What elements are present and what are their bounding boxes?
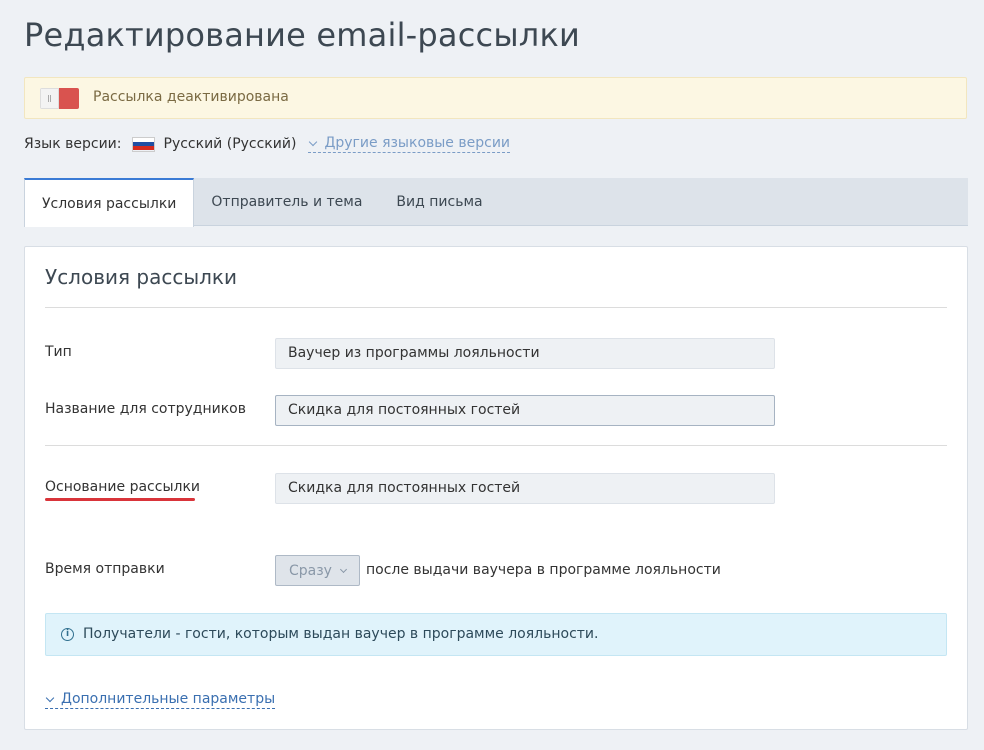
- activation-toggle[interactable]: [40, 88, 79, 109]
- send-time-select[interactable]: Сразу: [275, 555, 360, 586]
- current-language: Русский (Русский): [163, 136, 297, 152]
- russia-flag-icon: [131, 136, 155, 152]
- page-title: Редактирование email-рассылки: [24, 16, 580, 54]
- extra-params-link[interactable]: Дополнительные параметры: [45, 691, 276, 709]
- panel-title: Условия рассылки: [45, 265, 237, 289]
- info-text: Получатели - гости, которым выдан ваучер…: [83, 626, 599, 642]
- tab-sender-subject[interactable]: Отправитель и тема: [194, 178, 379, 226]
- chevron-down-icon: [339, 565, 348, 573]
- send-time-selected: Сразу: [289, 562, 332, 579]
- toggle-knob[interactable]: [40, 88, 59, 109]
- extra-params-label: Дополнительные параметры: [61, 691, 276, 707]
- info-icon: i: [61, 628, 74, 641]
- basis-label: Основание рассылки: [45, 479, 200, 495]
- type-label: Тип: [45, 344, 72, 360]
- chevron-down-icon: [309, 137, 318, 147]
- language-row: Язык версии: Русский (Русский) Другие яз…: [24, 134, 511, 154]
- tab-conditions[interactable]: Условия рассылки: [24, 178, 195, 227]
- status-text: Рассылка деактивирована: [93, 89, 289, 105]
- divider: [45, 445, 947, 446]
- toggle-off-state: [59, 88, 79, 109]
- highlight-underline: [45, 498, 195, 501]
- language-label: Язык версии:: [24, 136, 122, 152]
- tab-bar: Условия рассылки Отправитель и тема Вид …: [24, 178, 968, 227]
- info-box: i Получатели - гости, которым выдан вауч…: [45, 613, 947, 656]
- other-languages-link[interactable]: Другие языковые версии: [308, 135, 511, 153]
- basis-field: Скидка для постоянных гостей: [275, 473, 775, 504]
- tab-letter-view[interactable]: Вид письма: [379, 178, 499, 226]
- send-time-label: Время отправки: [45, 561, 165, 577]
- other-languages-label: Другие языковые версии: [324, 135, 511, 151]
- staff-name-label: Название для сотрудников: [45, 401, 246, 417]
- divider: [45, 307, 947, 308]
- send-time-suffix: после выдачи ваучера в программе лояльно…: [366, 562, 721, 578]
- status-alert: Рассылка деактивирована: [24, 77, 967, 119]
- conditions-panel: Условия рассылки Тип Ваучер из программы…: [24, 246, 968, 730]
- type-field: Ваучер из программы лояльности: [275, 338, 775, 369]
- chevron-down-icon: [45, 693, 55, 703]
- staff-name-input[interactable]: Скидка для постоянных гостей: [275, 395, 775, 426]
